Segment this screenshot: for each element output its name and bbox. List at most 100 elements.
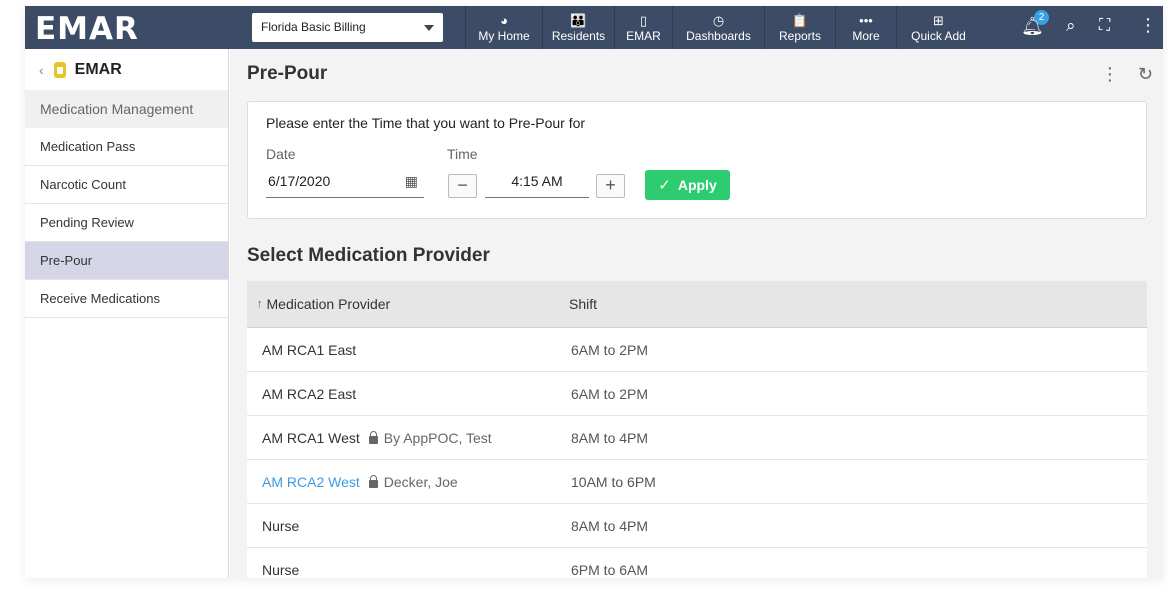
sidebar-header: ‹ EMAR bbox=[25, 49, 228, 90]
kebab-menu-icon[interactable]: ⋮ bbox=[1101, 64, 1119, 84]
facility-select-value: Florida Basic Billing bbox=[261, 20, 366, 34]
provider-table: ↑ Medication Provider Shift AM RCA1 East… bbox=[247, 281, 1147, 578]
clock-icon: ◷ bbox=[712, 12, 725, 28]
nav-item-label: Reports bbox=[778, 28, 822, 43]
table-body: AM RCA1 East 6AM to 2PM AM RCA2 East 6AM to… bbox=[247, 328, 1147, 578]
calendar-icon[interactable]: ▦ bbox=[405, 172, 418, 190]
locked-by-text: Decker, Joe bbox=[383, 473, 458, 490]
search-icon[interactable]: ⌕ bbox=[1066, 16, 1076, 36]
time-decrement-button[interactable]: − bbox=[448, 174, 477, 198]
shift-cell: 6PM to 6AM bbox=[571, 561, 649, 578]
bell-icon[interactable]: 🔔︎ bbox=[1021, 16, 1044, 36]
kebab-menu-icon[interactable]: ⋮ bbox=[1139, 15, 1157, 35]
shift-cell: 10AM to 6PM bbox=[571, 473, 656, 490]
table-row[interactable]: AM RCA1 East 6AM to 2PM bbox=[247, 328, 1147, 372]
sidebar-item-label: Medication Management bbox=[40, 101, 194, 117]
page-actions: ⋮ ↻ bbox=[1087, 64, 1153, 85]
top-nav-bar: EMAR Florida Basic Billing ◕ My Home 👪 Resi… bbox=[25, 6, 1163, 49]
main-content: Pre-Pour ⋮ ↻ Please enter the Time that … bbox=[230, 49, 1163, 578]
sidebar-item-medication-management[interactable]: Medication Management bbox=[25, 90, 228, 128]
pre-pour-prompt: Please enter the Time that you want to P… bbox=[266, 115, 586, 131]
time-field[interactable]: 4:15 AM bbox=[485, 172, 589, 198]
nav-item-label: EMAR bbox=[626, 28, 661, 43]
sidebar-item-pending-review[interactable]: Pending Review bbox=[25, 204, 228, 242]
sidebar-item-label: Narcotic Count bbox=[40, 177, 126, 192]
provider-cell: AM RCA1 East bbox=[247, 342, 557, 358]
apply-button-label: Apply bbox=[677, 177, 717, 193]
nav-item-label: Residents bbox=[551, 28, 606, 43]
apply-button[interactable]: ✓ Apply bbox=[645, 170, 730, 200]
provider-cell: AM RCA1 West By AppPOC, Test bbox=[247, 430, 557, 446]
shift-column-header[interactable]: Shift bbox=[557, 296, 597, 312]
sidebar-item-label: Pending Review bbox=[40, 215, 134, 230]
nav-item-label: My Home bbox=[478, 28, 530, 43]
table-header: ↑ Medication Provider Shift bbox=[247, 281, 1147, 328]
provider-cell: AM RCA2 West Decker, Joe bbox=[247, 474, 557, 490]
app-logo[interactable]: EMAR bbox=[35, 11, 139, 47]
sidebar-title: EMAR bbox=[74, 60, 122, 78]
shift-cell: 8AM to 4PM bbox=[571, 517, 649, 534]
time-increment-button[interactable]: + bbox=[596, 174, 625, 198]
nav-item-my-home[interactable]: ◕ My Home bbox=[465, 6, 542, 49]
table-row[interactable]: AM RCA2 East 6AM to 2PM bbox=[247, 372, 1147, 416]
nav-item-dashboards[interactable]: ◷ Dashboards bbox=[672, 6, 764, 49]
lock-icon bbox=[368, 430, 378, 444]
date-field[interactable]: 6/17/2020 ▦ bbox=[266, 172, 424, 198]
shift-cell: 6AM to 2PM bbox=[571, 385, 649, 402]
provider-cell: Nurse bbox=[247, 518, 557, 534]
back-chevron-icon[interactable]: ‹ bbox=[39, 62, 44, 78]
table-row[interactable]: Nurse 8AM to 4PM bbox=[247, 504, 1147, 548]
sidebar-item-narcotic-count[interactable]: Narcotic Count bbox=[25, 166, 228, 204]
app-window: EMAR Florida Basic Billing ◕ My Home 👪 Resi… bbox=[25, 6, 1163, 578]
emar-pill-icon bbox=[53, 61, 66, 78]
provider-cell: Nurse bbox=[247, 562, 557, 578]
nav-item-reports[interactable]: 📋 Reports bbox=[764, 6, 835, 49]
nav-item-label: Dashboards bbox=[686, 28, 751, 43]
shift-cell: 6AM to 2PM bbox=[571, 341, 649, 358]
main-nav: ◕ My Home 👪 Residents ▯ EMAR ◷ Dashboards 📋 Repor… bbox=[465, 6, 980, 49]
provider-column-header-label: Medication Provider bbox=[266, 296, 391, 312]
nav-item-emar[interactable]: ▯ EMAR bbox=[614, 6, 672, 49]
locked-by-text: By AppPOC, Test bbox=[383, 429, 492, 446]
emar-bottle-icon: ▯ bbox=[639, 12, 648, 28]
nav-item-residents[interactable]: 👪 Residents bbox=[542, 6, 614, 49]
checkmark-icon: ✓ bbox=[658, 177, 671, 194]
section-title: Select Medication Provider bbox=[247, 245, 490, 266]
provider-name: AM RCA2 East bbox=[262, 385, 357, 402]
nav-item-label: More bbox=[852, 28, 880, 43]
sidebar-item-label: Medication Pass bbox=[40, 139, 136, 154]
sidebar-item-medication-pass[interactable]: Medication Pass bbox=[25, 128, 228, 166]
nav-item-label: Quick Add bbox=[911, 28, 966, 43]
date-field-value: 6/17/2020 bbox=[268, 173, 331, 189]
fullscreen-icon[interactable]: ⛶ bbox=[1099, 16, 1110, 36]
provider-column-header[interactable]: ↑ Medication Provider bbox=[247, 296, 557, 312]
date-label: Date bbox=[266, 146, 296, 162]
provider-cell: AM RCA2 East bbox=[247, 386, 557, 402]
more-dots-icon: ••• bbox=[859, 12, 873, 28]
provider-name: AM RCA1 West bbox=[262, 429, 360, 446]
shift-cell: 8AM to 4PM bbox=[571, 429, 649, 446]
plus-square-icon: ⊞ bbox=[933, 12, 944, 28]
clipboard-icon: 📋 bbox=[791, 12, 809, 28]
residents-people-icon: 👪 bbox=[570, 12, 587, 28]
nav-item-more[interactable]: ••• More bbox=[835, 6, 896, 49]
refresh-icon[interactable]: ↻ bbox=[1138, 64, 1153, 84]
sidebar-item-pre-pour[interactable]: Pre-Pour bbox=[25, 242, 228, 280]
lock-icon bbox=[368, 474, 378, 488]
caret-down-icon bbox=[424, 25, 434, 31]
sidebar-item-receive-medications[interactable]: Receive Medications bbox=[25, 280, 228, 318]
facility-select[interactable]: Florida Basic Billing bbox=[252, 13, 443, 42]
sidebar: ‹ EMAR Medication Management Medication … bbox=[25, 49, 229, 578]
page-title: Pre-Pour bbox=[247, 63, 328, 84]
provider-name: Nurse bbox=[262, 517, 300, 534]
table-row[interactable]: AM RCA1 West By AppPOC, Test 8AM to 4PM bbox=[247, 416, 1147, 460]
table-row[interactable]: AM RCA2 West Decker, Joe 10AM to 6PM bbox=[247, 460, 1147, 504]
nav-item-quick-add[interactable]: ⊞ Quick Add bbox=[896, 6, 980, 49]
dashboard-gauge-icon: ◕ bbox=[500, 12, 508, 28]
table-row[interactable]: Nurse 6PM to 6AM bbox=[247, 548, 1147, 578]
sidebar-item-label: Pre-Pour bbox=[40, 253, 93, 268]
provider-link[interactable]: AM RCA2 West bbox=[262, 474, 360, 490]
sort-icon: ↑ bbox=[257, 298, 263, 310]
time-label: Time bbox=[447, 146, 478, 162]
pre-pour-time-card: Please enter the Time that you want to P… bbox=[247, 101, 1147, 219]
